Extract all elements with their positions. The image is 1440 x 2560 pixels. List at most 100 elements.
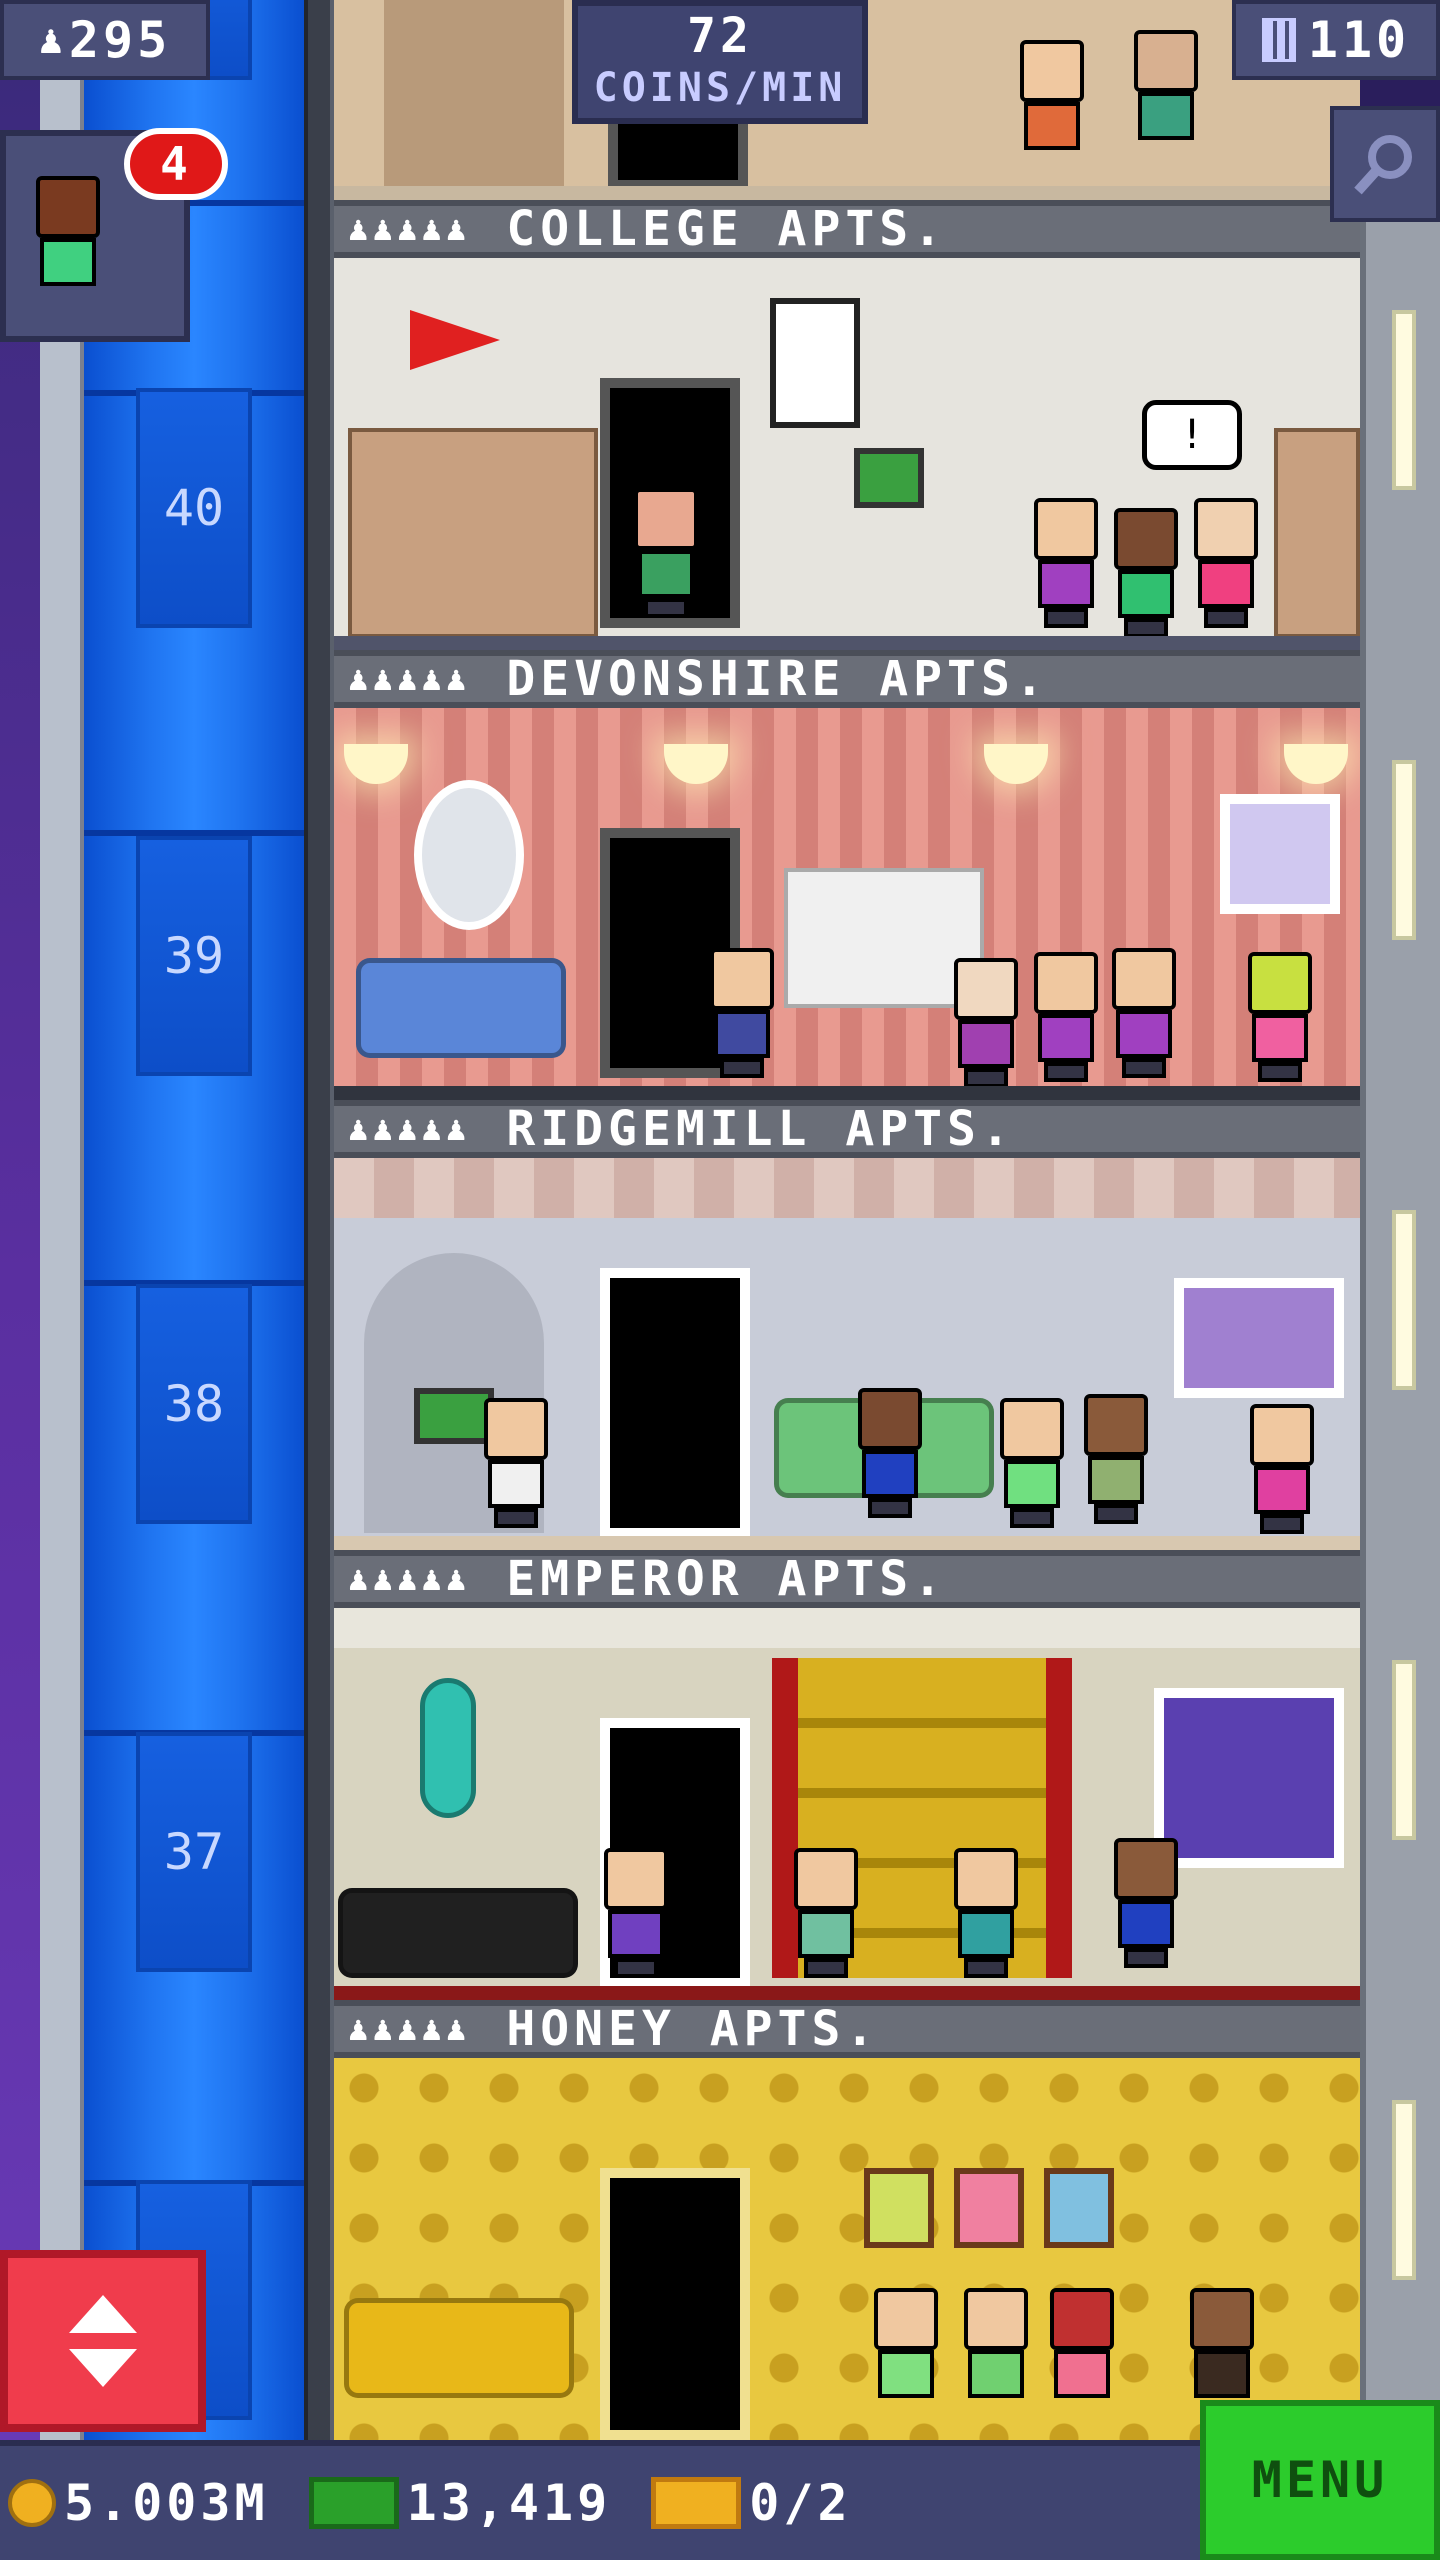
floor-name: HONEY APTS. bbox=[506, 2001, 880, 2057]
floor-label[interactable]: ♟♟♟♟♟ COLLEGE APTS. bbox=[334, 200, 1360, 258]
floor bbox=[334, 636, 1360, 650]
resident[interactable] bbox=[874, 2288, 938, 2398]
room-honey[interactable] bbox=[334, 2058, 1360, 2440]
building-wall bbox=[304, 0, 334, 2440]
ceiling bbox=[334, 1608, 1360, 1648]
floor bbox=[334, 1986, 1360, 2000]
floor-label[interactable]: ♟♟♟♟♟ HONEY APTS. bbox=[334, 2000, 1360, 2058]
floor-counter[interactable]: 110 bbox=[1232, 0, 1440, 80]
window-light bbox=[1392, 1210, 1416, 1390]
window bbox=[1174, 1278, 1344, 1398]
ceiling-lamp bbox=[344, 744, 408, 784]
resident[interactable] bbox=[1084, 1394, 1148, 1524]
people-icons: ♟♟♟♟♟ bbox=[348, 1559, 471, 1599]
bux-icon bbox=[308, 2477, 399, 2529]
room-door bbox=[600, 2168, 750, 2440]
resident[interactable] bbox=[1190, 2288, 1254, 2398]
floor-number: 37 bbox=[136, 1732, 252, 1972]
population-value: 295 bbox=[68, 11, 172, 69]
elevator-shaft[interactable]: 1 40 39 38 37 6 bbox=[84, 0, 304, 2440]
shelf bbox=[384, 0, 564, 190]
room-door bbox=[600, 1268, 750, 1538]
resident[interactable] bbox=[1034, 498, 1098, 628]
ceiling-lamp bbox=[984, 744, 1048, 784]
resident[interactable] bbox=[634, 488, 698, 618]
population-counter[interactable]: ♟ 295 bbox=[0, 0, 210, 80]
bitizen-avatar bbox=[36, 176, 100, 286]
ticket-icon bbox=[651, 2477, 742, 2529]
floor-number: 38 bbox=[136, 1284, 252, 1524]
floor-name: RIDGEMILL APTS. bbox=[506, 1101, 1015, 1157]
coin-icon bbox=[8, 2479, 56, 2527]
up-down-arrows-icon bbox=[69, 2295, 137, 2387]
mirror bbox=[414, 780, 524, 930]
room-emperor-interior[interactable] bbox=[334, 1608, 1360, 2000]
floor-number: 39 bbox=[136, 836, 252, 1076]
resident[interactable] bbox=[710, 948, 774, 1078]
window-light bbox=[1392, 310, 1416, 490]
floor-name: EMPEROR APTS. bbox=[506, 1551, 948, 1607]
resident[interactable] bbox=[1114, 508, 1178, 638]
pennant-flag bbox=[410, 310, 500, 370]
room-devonshire[interactable]: ! bbox=[334, 258, 1360, 650]
window-light bbox=[1392, 2100, 1416, 2280]
tickets-value: 0/2 bbox=[749, 2474, 852, 2532]
resident[interactable] bbox=[954, 958, 1018, 1088]
floor-count-value: 110 bbox=[1307, 11, 1411, 69]
window bbox=[1220, 794, 1340, 914]
speech-bubble[interactable]: ! bbox=[1142, 400, 1242, 470]
floor bbox=[334, 1086, 1360, 1100]
room-ridgemill[interactable] bbox=[334, 708, 1360, 1100]
resident[interactable] bbox=[1034, 952, 1098, 1082]
resident[interactable] bbox=[1134, 30, 1198, 140]
wall-trim bbox=[334, 1158, 1360, 1218]
people-icons: ♟♟♟♟♟ bbox=[348, 209, 471, 249]
floor bbox=[334, 186, 1360, 200]
bunk-bed bbox=[348, 428, 598, 638]
resident[interactable] bbox=[1114, 1838, 1178, 1968]
resident[interactable] bbox=[484, 1398, 548, 1528]
resident[interactable] bbox=[604, 1848, 668, 1978]
resident[interactable] bbox=[954, 1848, 1018, 1978]
resident[interactable] bbox=[1020, 40, 1084, 150]
bux-stat[interactable]: 13,419 bbox=[308, 2474, 612, 2532]
resident[interactable] bbox=[1248, 952, 1312, 1082]
menu-button[interactable]: MENU bbox=[1200, 2400, 1440, 2560]
resident[interactable] bbox=[1050, 2288, 1114, 2398]
resident[interactable] bbox=[1194, 498, 1258, 628]
resident[interactable] bbox=[794, 1848, 858, 1978]
building-icon bbox=[1261, 18, 1296, 62]
floor-label[interactable]: ♟♟♟♟♟ DEVONSHIRE APTS. bbox=[334, 650, 1360, 708]
search-icon bbox=[1354, 135, 1412, 195]
floor bbox=[334, 1536, 1360, 1550]
person-icon: ♟ bbox=[38, 17, 63, 63]
search-button[interactable] bbox=[1330, 106, 1440, 222]
coins-per-minute-panel: 72 COINS/MIN bbox=[572, 0, 868, 124]
coins-rate-unit: COINS/MIN bbox=[593, 65, 847, 111]
floor-label[interactable]: ♟♟♟♟♟ EMPEROR APTS. bbox=[334, 1550, 1360, 1608]
vase bbox=[420, 1678, 476, 1818]
resident[interactable] bbox=[964, 2288, 1028, 2398]
floor-label[interactable]: ♟♟♟♟♟ RIDGEMILL APTS. bbox=[334, 1100, 1360, 1158]
floor-number: 40 bbox=[136, 388, 252, 628]
picture-frame bbox=[1044, 2168, 1114, 2248]
resident[interactable] bbox=[1112, 948, 1176, 1078]
room-emperor[interactable] bbox=[334, 1158, 1360, 1550]
people-icons: ♟♟♟♟♟ bbox=[348, 1109, 471, 1149]
couch bbox=[344, 2298, 574, 2398]
coins-rate-value: 72 bbox=[687, 8, 753, 64]
resident[interactable] bbox=[858, 1388, 922, 1518]
bunk-bed bbox=[1274, 428, 1360, 638]
picture-frame bbox=[864, 2168, 934, 2248]
poster bbox=[770, 298, 860, 428]
elevator-button[interactable] bbox=[0, 2250, 206, 2432]
resident[interactable] bbox=[1000, 1398, 1064, 1528]
coins-stat[interactable]: 5.003M bbox=[8, 2474, 269, 2532]
computer-monitor bbox=[414, 1388, 494, 1444]
resident[interactable] bbox=[1250, 1404, 1314, 1534]
floor-name: COLLEGE APTS. bbox=[506, 201, 948, 257]
couch bbox=[356, 958, 566, 1058]
bux-value: 13,419 bbox=[406, 2474, 612, 2532]
tickets-stat[interactable]: 0/2 bbox=[651, 2474, 851, 2532]
floor-name: DEVONSHIRE APTS. bbox=[506, 651, 1049, 707]
